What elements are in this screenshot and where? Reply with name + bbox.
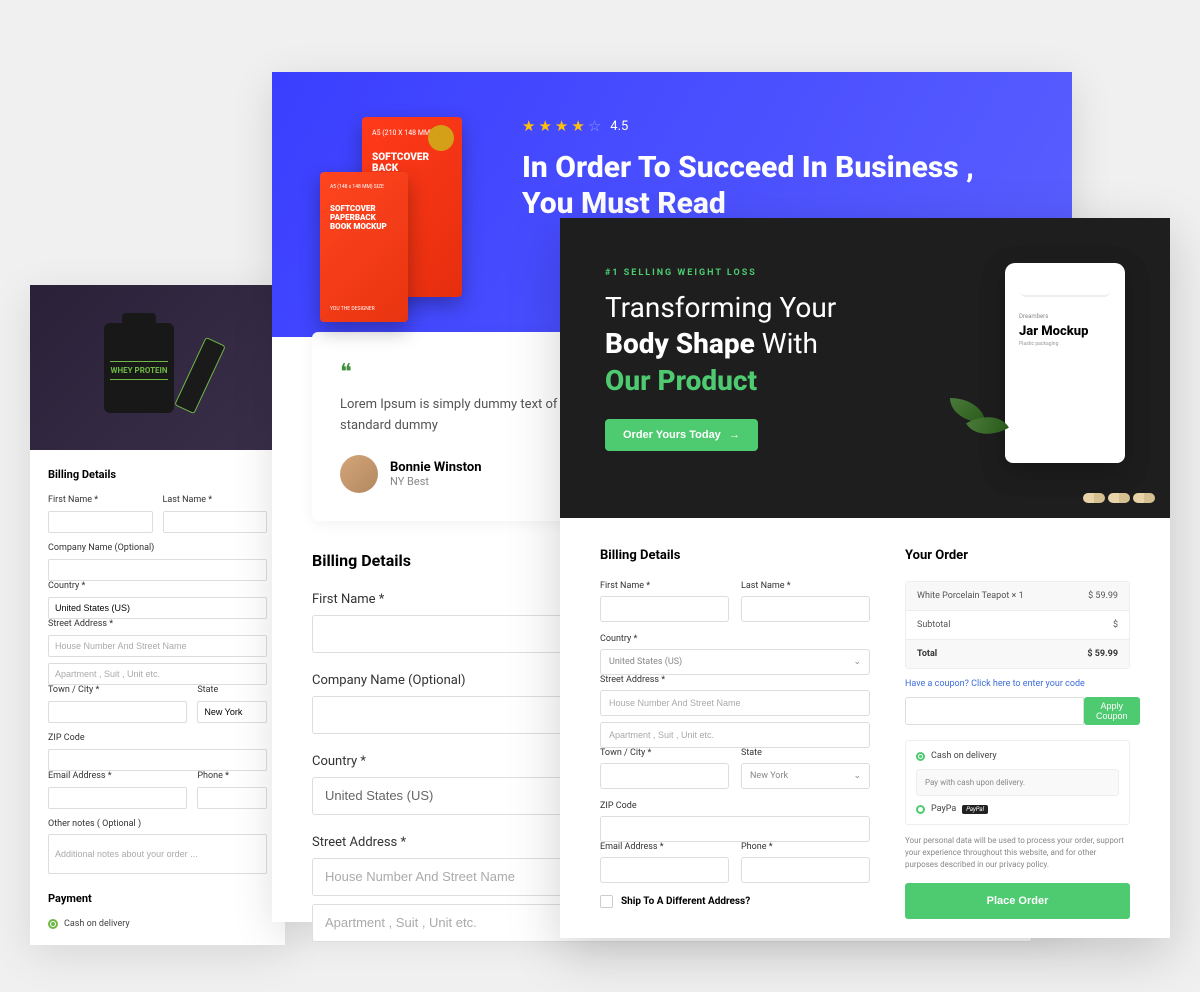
state-select[interactable] [197, 701, 267, 723]
state-select[interactable]: New York⌄ [741, 763, 870, 789]
last-name-input[interactable] [741, 596, 870, 622]
label-email: Email Address * [600, 842, 729, 852]
protein-jar-image: WHEY PROTEIN [104, 323, 174, 413]
billing-title: Billing Details [48, 468, 267, 481]
zip-input[interactable] [600, 816, 870, 842]
label-phone: Phone * [197, 771, 267, 781]
rating-stars: ★★★★☆ 4.5 [522, 117, 1032, 135]
apply-coupon-button[interactable]: Apply Coupon [1084, 697, 1140, 725]
chevron-down-icon: ⌄ [853, 657, 861, 667]
label-state: State [741, 748, 870, 758]
star-icon: ★ [571, 117, 584, 135]
label-zip: ZIP Code [600, 801, 870, 811]
pills-image [1083, 493, 1155, 503]
label-town: Town / City * [48, 685, 187, 695]
payment-cod-label: Cash on delivery [64, 919, 130, 929]
author-name: Bonnie Winston [390, 460, 482, 475]
label-first-name: First Name * [48, 495, 153, 505]
hero-title: In Order To Succeed In Business , You Mu… [522, 150, 1032, 222]
label-phone: Phone * [741, 842, 870, 852]
table-row: Total$ 59.99 [906, 640, 1129, 668]
label-town: Town / City * [600, 748, 729, 758]
book-images: A5 (210 X 148 MM) SIZE SOFTCOVER BACK A5… [312, 102, 492, 307]
label-country: Country * [600, 634, 870, 644]
payment-cod-desc: Pay with cash upon delivery. [916, 769, 1119, 796]
label-notes: Other notes ( Optional ) [48, 819, 267, 829]
street-input[interactable] [600, 690, 870, 716]
label-zip: ZIP Code [48, 733, 267, 743]
town-input[interactable] [600, 763, 729, 789]
product-label: WHEY PROTEIN [110, 361, 168, 380]
chevron-down-icon: ⌄ [853, 771, 861, 781]
notes-input[interactable] [48, 834, 267, 874]
payment-paypal-option[interactable]: PayPaPayPal [916, 804, 1119, 814]
country-select[interactable]: United States (US)⌄ [600, 649, 870, 675]
phone-input[interactable] [741, 857, 870, 883]
last-name-input[interactable] [163, 511, 268, 533]
star-icon: ★ [538, 117, 551, 135]
label-last-name: Last Name * [163, 495, 268, 505]
zip-input[interactable] [48, 749, 267, 771]
paypal-badge-icon: PayPal [962, 805, 988, 814]
author-role: NY Best [390, 475, 482, 488]
avatar [340, 455, 378, 493]
leaves-icon [950, 398, 1020, 448]
apt-input[interactable] [600, 722, 870, 748]
payment-title: Payment [48, 892, 267, 905]
star-empty-icon: ☆ [588, 117, 601, 135]
label-street: Street Address * [600, 675, 870, 685]
template-supplement: #1 SELLING WEIGHT LOSS Transforming Your… [560, 218, 1170, 938]
hero: WHEY PROTEIN [30, 285, 285, 450]
payment-methods: Cash on delivery Pay with cash upon deli… [905, 740, 1130, 825]
privacy-text: Your personal data will be used to proce… [905, 835, 1130, 871]
order-cta-button[interactable]: Order Yours Today→ [605, 419, 758, 451]
arrow-right-icon: → [729, 429, 740, 441]
book-front: A5 (148 x 148 MM) SIZE SOFTCOVER PAPERBA… [320, 172, 408, 322]
jar-mockup-image: Dreambers Jar Mockup Plastic packaging [1005, 263, 1125, 463]
checkbox-icon [600, 895, 613, 908]
radio-icon [48, 919, 58, 929]
first-name-input[interactable] [600, 596, 729, 622]
apt-input[interactable] [48, 663, 267, 685]
star-icon: ★ [522, 117, 535, 135]
town-input[interactable] [48, 701, 187, 723]
ship-different-checkbox[interactable]: Ship To A Different Address? [600, 895, 870, 908]
label-first-name: First Name * [600, 581, 729, 591]
order-summary: White Porcelain Teapot × 1$ 59.99 Subtot… [905, 581, 1130, 669]
radio-icon [916, 752, 925, 761]
email-input[interactable] [600, 857, 729, 883]
country-select[interactable] [48, 597, 267, 619]
template-protein: WHEY PROTEIN Billing Details First Name … [30, 285, 285, 945]
label-last-name: Last Name * [741, 581, 870, 591]
label-state: State [197, 685, 267, 695]
order-title: Your Order [905, 548, 1130, 563]
payment-cod-option[interactable]: Cash on delivery [916, 751, 1119, 761]
coupon-input[interactable] [905, 697, 1084, 725]
email-input[interactable] [48, 787, 187, 809]
label-email: Email Address * [48, 771, 187, 781]
label-street: Street Address * [48, 619, 267, 629]
street-input[interactable] [48, 635, 267, 657]
place-order-button[interactable]: Place Order [905, 883, 1130, 919]
rating-value: 4.5 [610, 119, 628, 134]
phone-input[interactable] [197, 787, 267, 809]
bestseller-badge-icon [428, 125, 454, 151]
label-company: Company Name (Optional) [48, 543, 267, 553]
company-input[interactable] [48, 559, 267, 581]
protein-stick-image [174, 336, 226, 413]
billing-title: Billing Details [600, 548, 870, 563]
first-name-input[interactable] [48, 511, 153, 533]
coupon-link[interactable]: Have a coupon? Click here to enter your … [905, 679, 1130, 689]
label-country: Country * [48, 581, 267, 591]
table-row: White Porcelain Teapot × 1$ 59.99 [906, 582, 1129, 611]
payment-cod-option[interactable]: Cash on delivery [48, 919, 267, 929]
table-row: Subtotal$ [906, 611, 1129, 640]
radio-icon [916, 805, 925, 814]
hero: #1 SELLING WEIGHT LOSS Transforming Your… [560, 218, 1170, 518]
star-icon: ★ [555, 117, 568, 135]
